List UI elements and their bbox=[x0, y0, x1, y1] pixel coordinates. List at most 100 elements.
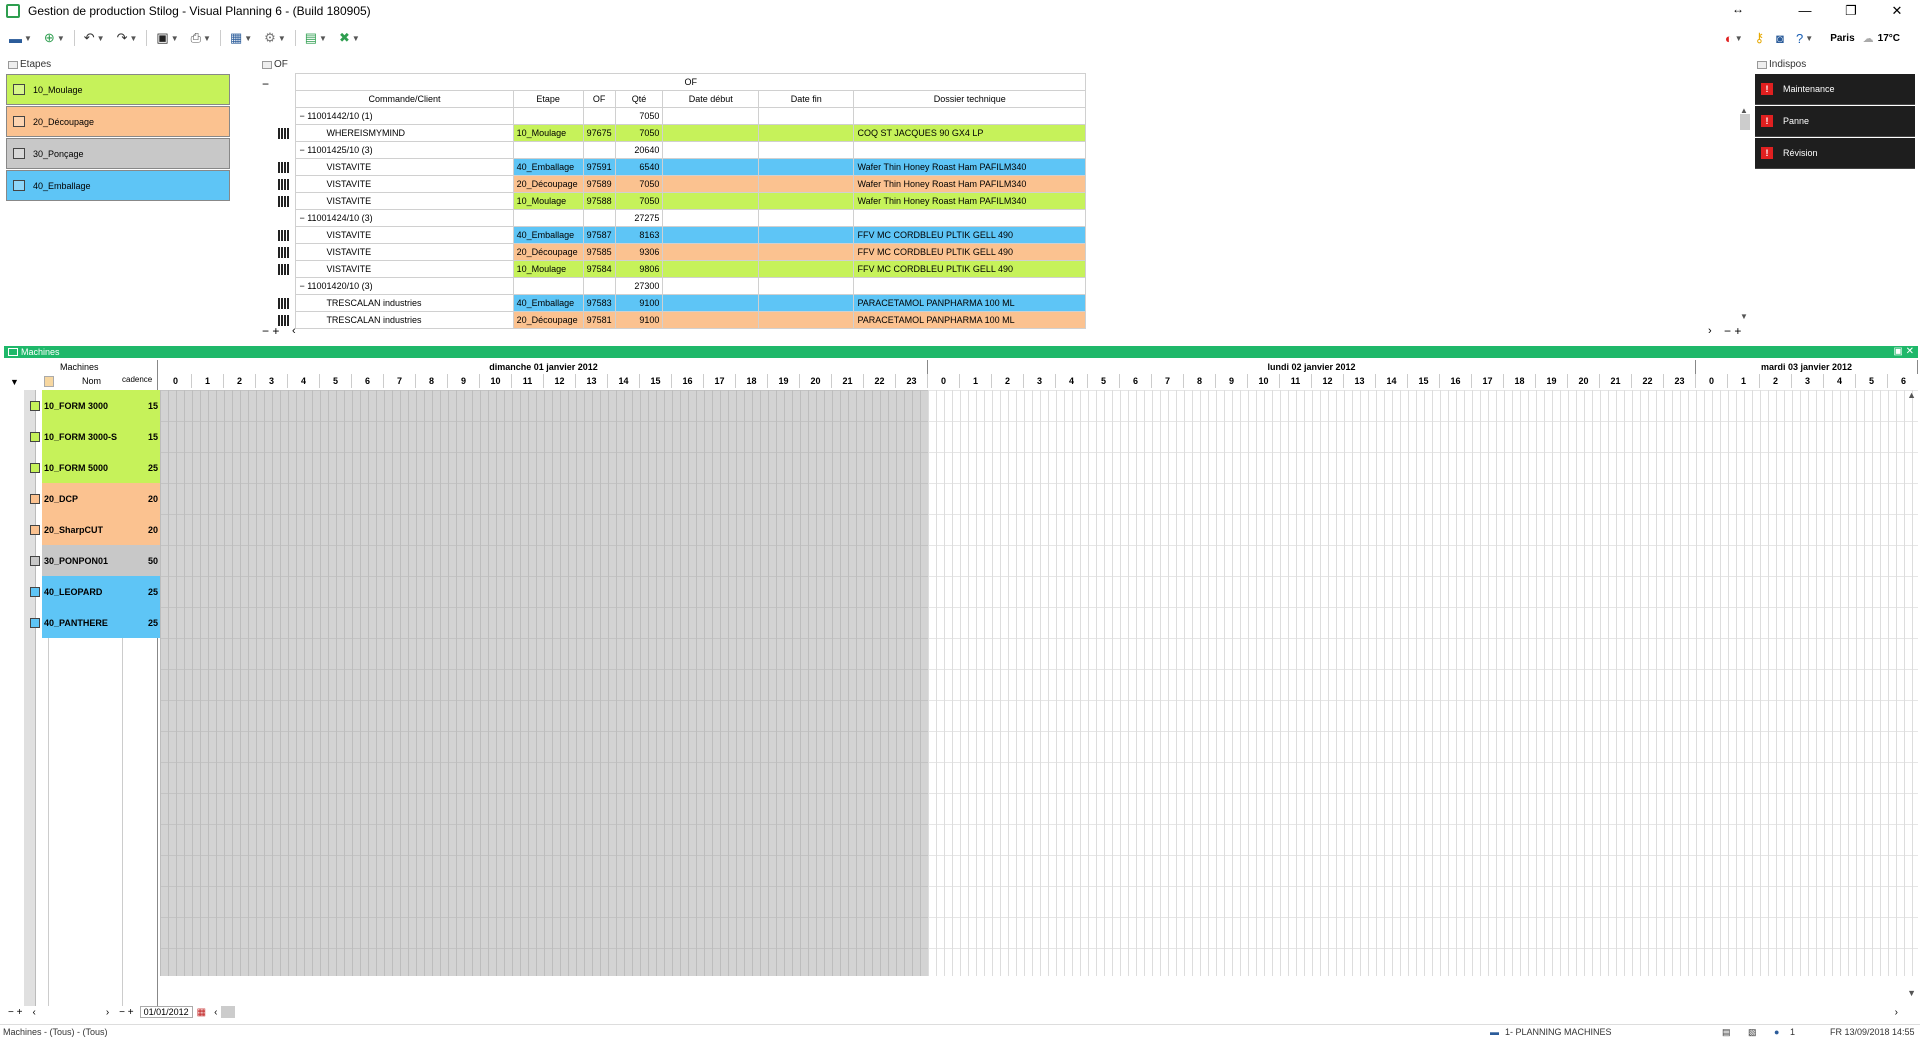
scroll-right-icon[interactable]: › bbox=[1708, 325, 1712, 337]
sort-icon[interactable] bbox=[44, 376, 54, 387]
etape-cell[interactable]: 40_Emballage bbox=[512, 226, 584, 244]
client-cell[interactable]: VISTAVITE bbox=[295, 175, 514, 193]
vertical-scrollbar-thumb[interactable] bbox=[1740, 114, 1750, 130]
scroll-left-icon[interactable]: ‹ bbox=[292, 325, 296, 337]
date-start-cell[interactable] bbox=[662, 175, 760, 193]
etape-cell[interactable]: 20_Découpage bbox=[512, 243, 584, 261]
machine-row[interactable]: 20_SharpCUT 20 bbox=[30, 514, 160, 545]
row-collapse-button[interactable]: − + bbox=[8, 1007, 22, 1018]
panel-controls[interactable]: ▣ ✕ bbox=[1893, 346, 1914, 357]
dossier-cell[interactable]: COQ ST JACQUES 90 GX4 LP bbox=[853, 124, 1086, 142]
machine-row[interactable]: 10_FORM 3000-S 15 bbox=[30, 421, 160, 452]
of-item-row[interactable]: VISTAVITE 20_Découpage 97585 9306 FFV MC COR… bbox=[278, 243, 1086, 261]
col-header[interactable]: Etape bbox=[512, 90, 584, 108]
dossier-cell[interactable]: PARACETAMOL PANPHARMA 100 ML bbox=[853, 311, 1086, 329]
client-cell[interactable]: VISTAVITE bbox=[295, 192, 514, 210]
dossier-cell[interactable]: Wafer Thin Honey Roast Ham PAFILM340 bbox=[853, 192, 1086, 210]
cadence-col-header[interactable]: cadence bbox=[122, 375, 152, 384]
qty-cell[interactable]: 9100 bbox=[614, 311, 664, 329]
date-start-cell[interactable] bbox=[662, 158, 760, 176]
etape-item[interactable]: 20_Découpage bbox=[6, 106, 230, 137]
of-item-row[interactable]: WHEREISMYMIND 10_Moulage 97675 7050 COQ ST J… bbox=[278, 124, 1086, 142]
etape-cell[interactable]: 20_Découpage bbox=[512, 175, 584, 193]
dossier-cell[interactable]: FFV MC CORDBLEU PLTIK GELL 490 bbox=[853, 226, 1086, 244]
date-end-cell[interactable] bbox=[758, 192, 855, 210]
qty-cell[interactable]: 7050 bbox=[614, 124, 664, 142]
add-button[interactable]: ⊕ ▼ bbox=[41, 28, 68, 48]
client-cell[interactable]: VISTAVITE bbox=[295, 226, 514, 244]
etape-cell[interactable]: 10_Moulage bbox=[512, 260, 584, 278]
of-cell[interactable]: 97591 bbox=[582, 158, 616, 176]
date-end-cell[interactable] bbox=[758, 124, 855, 142]
of-item-row[interactable]: TRESCALAN industries 40_Emballage 97583 910… bbox=[278, 294, 1086, 312]
maximize-button[interactable]: ❐ bbox=[1828, 0, 1874, 22]
status-view[interactable]: 1- PLANNING MACHINES bbox=[1505, 1027, 1612, 1037]
qty-cell[interactable]: 6540 bbox=[614, 158, 664, 176]
dossier-cell[interactable]: FFV MC CORDBLEU PLTIK GELL 490 bbox=[853, 260, 1086, 278]
qty-cell[interactable]: 9100 bbox=[614, 294, 664, 312]
qty-cell[interactable]: 9306 bbox=[614, 243, 664, 261]
qty-cell[interactable]: 7050 bbox=[614, 175, 664, 193]
date-end-cell[interactable] bbox=[758, 311, 855, 329]
client-cell[interactable]: TRESCALAN industries bbox=[295, 311, 514, 329]
col-header[interactable]: OF bbox=[582, 90, 616, 108]
of-item-row[interactable]: TRESCALAN industries 20_Découpage 97581 910… bbox=[278, 311, 1086, 329]
dossier-cell[interactable]: Wafer Thin Honey Roast Ham PAFILM340 bbox=[853, 158, 1086, 176]
filter-icon[interactable]: ▼ bbox=[10, 377, 19, 387]
grid-icon[interactable]: ▤ bbox=[1722, 1027, 1731, 1038]
scroll-left-icon[interactable]: ‹ bbox=[214, 1007, 217, 1018]
language-button[interactable]: ◐ ▼ bbox=[1722, 28, 1746, 48]
of-cell[interactable]: 97583 bbox=[582, 294, 616, 312]
name-col-header[interactable]: Nom bbox=[82, 376, 101, 386]
machine-row[interactable]: 40_PANTHERE 25 bbox=[30, 607, 160, 638]
machine-row[interactable]: 40_LEOPARD 25 bbox=[30, 576, 160, 607]
tools-button[interactable]: ⚙ ▼ bbox=[261, 28, 289, 48]
date-field[interactable]: 01/01/2012 bbox=[139, 1006, 193, 1018]
scroll-left-icon[interactable]: ‹ bbox=[32, 1007, 35, 1018]
dossier-cell[interactable]: PARACETAMOL PANPHARMA 100 ML bbox=[853, 294, 1086, 312]
col-header[interactable]: Qté bbox=[614, 90, 664, 108]
date-start-cell[interactable] bbox=[662, 192, 760, 210]
dossier-cell[interactable]: FFV MC CORDBLEU PLTIK GELL 490 bbox=[853, 243, 1086, 261]
client-cell[interactable]: VISTAVITE bbox=[295, 260, 514, 278]
zoom-buttons[interactable]: − + bbox=[119, 1007, 133, 1018]
indispo-item[interactable]: ! Maintenance bbox=[1755, 74, 1915, 105]
horizontal-scrollbar-thumb[interactable] bbox=[221, 1006, 236, 1018]
of-group-row[interactable]: − 11001442/10 (1) 7050 bbox=[278, 107, 1086, 125]
scroll-down-icon[interactable]: ▼ bbox=[1907, 988, 1916, 998]
machine-row[interactable]: 30_PONPON01 50 bbox=[30, 545, 160, 576]
etape-cell[interactable]: 40_Emballage bbox=[512, 158, 584, 176]
resize-arrows-icon[interactable]: ↔ bbox=[1732, 2, 1744, 16]
of-cell[interactable]: 97585 bbox=[582, 243, 616, 261]
of-item-row[interactable]: VISTAVITE 40_Emballage 97591 6540 Wafer Thin… bbox=[278, 158, 1086, 176]
help-button[interactable]: ? ▼ bbox=[1793, 28, 1816, 48]
col-header[interactable]: Date fin bbox=[758, 90, 855, 108]
date-start-cell[interactable] bbox=[662, 294, 760, 312]
date-end-cell[interactable] bbox=[758, 260, 855, 278]
group-label[interactable]: − 11001442/10 (1) bbox=[295, 107, 514, 125]
qty-cell[interactable]: 9806 bbox=[614, 260, 664, 278]
indispo-item[interactable]: ! Panne bbox=[1755, 106, 1915, 137]
of-item-row[interactable]: VISTAVITE 40_Emballage 97587 8163 FFV MC COR… bbox=[278, 226, 1086, 244]
date-start-cell[interactable] bbox=[662, 243, 760, 261]
etape-cell[interactable]: 40_Emballage bbox=[512, 294, 584, 312]
date-start-cell[interactable] bbox=[662, 260, 760, 278]
redo-button[interactable]: ↷ ▼ bbox=[114, 28, 141, 48]
group-label[interactable]: − 11001420/10 (3) bbox=[295, 277, 514, 295]
open-button[interactable]: ▬ ▼ bbox=[6, 28, 35, 48]
export-button[interactable]: ▤ ▼ bbox=[302, 28, 330, 48]
of-cell[interactable]: 97581 bbox=[582, 311, 616, 329]
of-group-row[interactable]: − 11001424/10 (3) 27275 bbox=[278, 209, 1086, 227]
client-cell[interactable]: VISTAVITE bbox=[295, 243, 514, 261]
of-group-row[interactable]: − 11001425/10 (3) 20640 bbox=[278, 141, 1086, 159]
date-end-cell[interactable] bbox=[758, 158, 855, 176]
etape-item[interactable]: 40_Emballage bbox=[6, 170, 230, 201]
client-cell[interactable]: VISTAVITE bbox=[295, 158, 514, 176]
etape-cell[interactable]: 10_Moulage bbox=[512, 192, 584, 210]
scroll-right-icon[interactable]: › bbox=[1895, 1007, 1898, 1018]
date-start-cell[interactable] bbox=[662, 311, 760, 329]
close-button[interactable]: ✕ bbox=[1874, 0, 1920, 22]
of-cell[interactable]: 97584 bbox=[582, 260, 616, 278]
scroll-right-icon[interactable]: › bbox=[106, 1007, 109, 1018]
of-cell[interactable]: 97588 bbox=[582, 192, 616, 210]
